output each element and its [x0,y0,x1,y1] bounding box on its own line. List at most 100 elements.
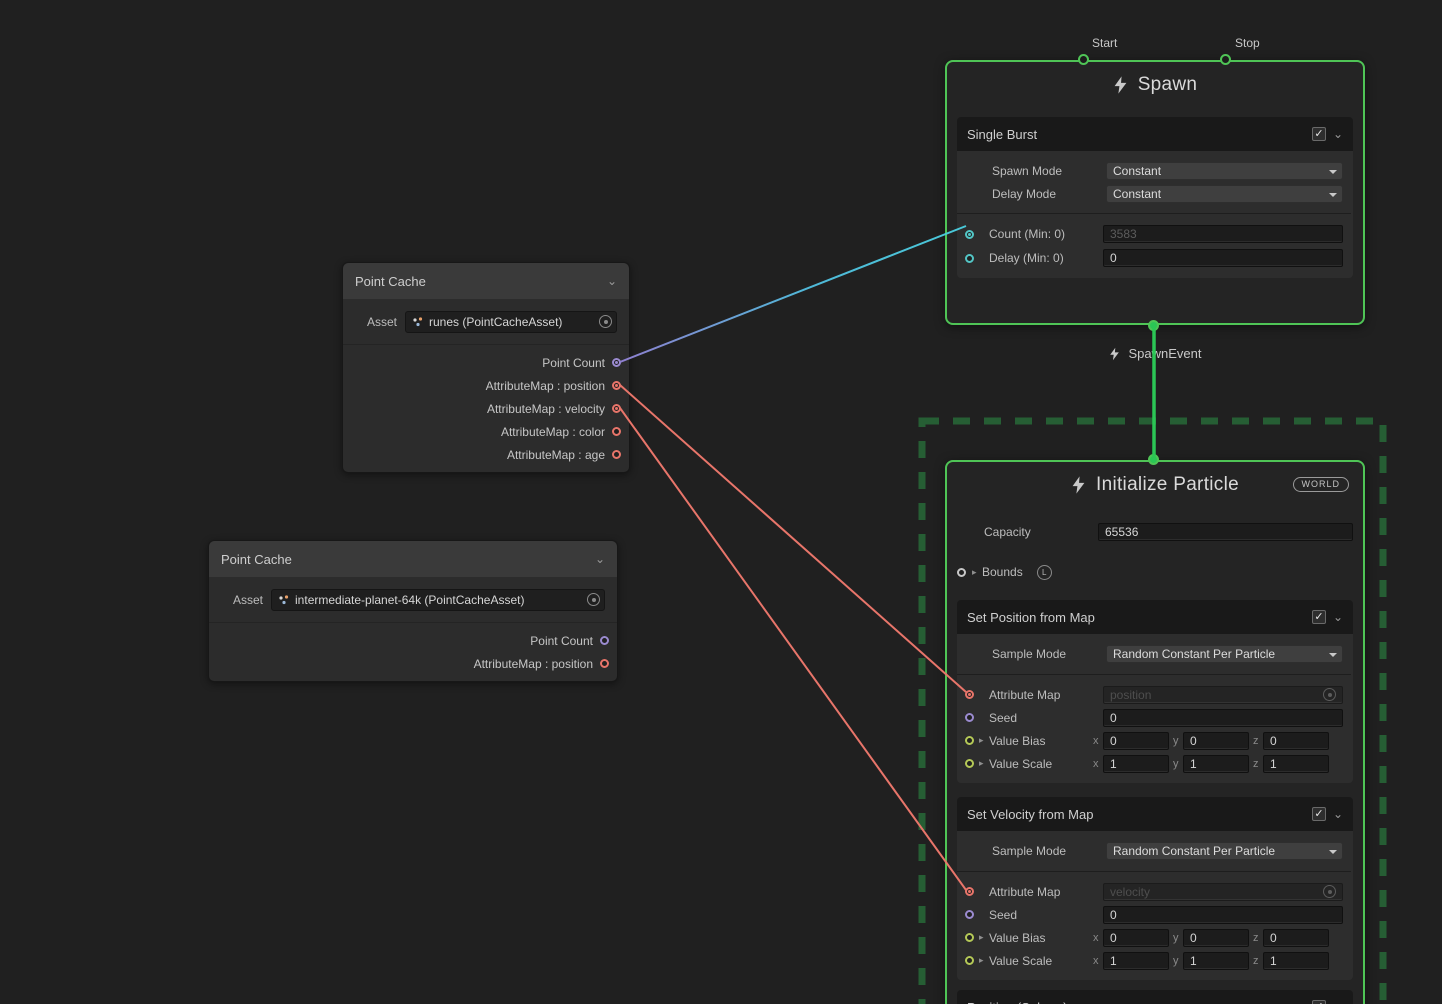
flow-port-start[interactable] [1078,54,1089,65]
initialize-particle-node[interactable]: Initialize Particle WORLD Capacity 65536… [945,460,1365,1004]
object-picker-icon[interactable] [587,593,600,606]
port-value-bias-input[interactable] [965,736,974,745]
value-bias-y-field[interactable]: 0 [1183,732,1249,750]
value-bias-label: Value Bias [989,931,1093,945]
port-point-count[interactable] [600,636,609,645]
port-value-bias-input[interactable] [965,933,974,942]
foldout-icon[interactable]: ▸ [972,567,982,578]
position-sphere-block[interactable]: Position (Sphere) ✓ ⌄ [957,990,1353,1004]
set-position-from-map-block[interactable]: Set Position from Map ✓ ⌄ Sample Mode Ra… [957,600,1353,783]
port-seed-input[interactable] [965,713,974,722]
value-scale-x-field[interactable]: 1 [1103,952,1169,970]
value-bias-y-field[interactable]: 0 [1183,929,1249,947]
enabled-checkbox[interactable]: ✓ [1312,1000,1326,1004]
edge-velocity-to-attributemap[interactable] [620,408,966,890]
chevron-down-icon[interactable]: ⌄ [595,554,605,564]
single-burst-block[interactable]: Single Burst ✓ ⌄ Spawn Mode Constant Del… [957,117,1353,278]
output-port-list: Point Count AttributeMap : position Attr… [343,345,629,472]
chevron-down-icon[interactable]: ⌄ [1333,612,1343,622]
object-picker-icon[interactable] [599,315,612,328]
port-attributemap-position[interactable] [612,381,621,390]
flow-port-stop[interactable] [1220,54,1231,65]
value-scale-y-field[interactable]: 1 [1183,755,1249,773]
enabled-checkbox[interactable]: ✓ [1312,807,1326,821]
value-scale-z-field[interactable]: 1 [1263,952,1329,970]
count-row: Count (Min: 0) 3583 [965,222,1343,246]
value-bias-x-field[interactable]: 0 [1103,732,1169,750]
flow-port-initialize-input[interactable] [1148,454,1159,465]
block-title: Position (Sphere) [967,1000,1067,1004]
port-attribute-map-input[interactable] [965,887,974,896]
lightning-icon [1113,76,1128,94]
attribute-map-field[interactable]: velocity [1103,883,1343,901]
port-seed-input[interactable] [965,910,974,919]
port-value-scale-input[interactable] [965,956,974,965]
foldout-icon[interactable]: ▸ [979,932,989,943]
edge-pointcount-to-count[interactable] [620,226,966,362]
port-attribute-map-input[interactable] [965,690,974,699]
chevron-down-icon[interactable]: ⌄ [1333,809,1343,819]
attribute-map-row: Attribute Map position [965,683,1343,706]
value-bias-z-field[interactable]: 0 [1263,929,1329,947]
port-attributemap-position[interactable] [600,659,609,668]
block-header[interactable]: Set Position from Map ✓ ⌄ [957,600,1353,634]
block-header[interactable]: Single Burst ✓ ⌄ [957,117,1353,151]
value-scale-y-field[interactable]: 1 [1183,952,1249,970]
delay-row: Delay (Min: 0) 0 [965,246,1343,270]
node-header[interactable]: Point Cache ⌄ [343,263,629,299]
delay-field[interactable]: 0 [1103,249,1343,267]
block-header[interactable]: Position (Sphere) ✓ ⌄ [957,990,1353,1004]
space-badge-world[interactable]: WORLD [1293,477,1350,492]
spawn-node[interactable]: Start Stop Spawn Single Burst ✓ ⌄ Spawn … [945,60,1365,325]
spawn-mode-dropdown[interactable]: Constant [1106,162,1343,180]
count-field[interactable]: 3583 [1103,225,1343,243]
foldout-icon[interactable]: ▸ [979,758,989,769]
sample-mode-dropdown[interactable]: Random Constant Per Particle [1106,842,1343,860]
object-picker-icon[interactable] [1323,688,1336,701]
value-scale-z-field[interactable]: 1 [1263,755,1329,773]
port-value-scale-input[interactable] [965,759,974,768]
node-header[interactable]: Point Cache ⌄ [209,541,617,577]
enabled-checkbox[interactable]: ✓ [1312,610,1326,624]
capacity-label: Capacity [984,525,1098,539]
attribute-map-field[interactable]: position [1103,686,1343,704]
asset-object-field[interactable]: runes (PointCacheAsset) [405,311,617,333]
port-count-input[interactable] [965,230,974,239]
port-attributemap-velocity[interactable] [612,404,621,413]
start-port-label: Start [1092,36,1117,50]
port-attributemap-color[interactable] [612,427,621,436]
vfx-graph-canvas[interactable]: Point Cache ⌄ Asset runes (PointCacheAss… [0,0,1442,1004]
value-scale-row: ▸ Value Scale x 1 y 1 z 1 [965,949,1343,972]
sample-mode-row: Sample Mode Random Constant Per Particle [965,642,1343,666]
chevron-down-icon[interactable]: ⌄ [607,276,617,286]
sample-mode-dropdown[interactable]: Random Constant Per Particle [1106,645,1343,663]
port-point-count[interactable] [612,358,621,367]
asset-object-field[interactable]: intermediate-planet-64k (PointCacheAsset… [271,589,605,611]
asset-row: Asset intermediate-planet-64k (PointCach… [209,577,617,623]
seed-field[interactable]: 0 [1103,709,1343,727]
port-attributemap-age[interactable] [612,450,621,459]
delay-mode-dropdown[interactable]: Constant [1106,185,1343,203]
foldout-icon[interactable]: ▸ [979,735,989,746]
local-space-icon[interactable]: L [1037,565,1052,580]
set-velocity-from-map-block[interactable]: Set Velocity from Map ✓ ⌄ Sample Mode Ra… [957,797,1353,980]
attribute-map-label: Attribute Map [989,885,1103,899]
seed-field[interactable]: 0 [1103,906,1343,924]
value-bias-x-field[interactable]: 0 [1103,929,1169,947]
block-header[interactable]: Set Velocity from Map ✓ ⌄ [957,797,1353,831]
object-picker-icon[interactable] [1323,885,1336,898]
capacity-field[interactable]: 65536 [1098,523,1353,541]
flow-port-spawnevent-output[interactable] [1148,320,1159,331]
enabled-checkbox[interactable]: ✓ [1312,127,1326,141]
edge-position-to-attributemap[interactable] [620,385,966,692]
value-bias-z-field[interactable]: 0 [1263,732,1329,750]
port-bounds-input[interactable] [957,568,966,577]
foldout-icon[interactable]: ▸ [979,955,989,966]
node-title-row[interactable]: Spawn [947,62,1363,108]
point-cache-node-runes[interactable]: Point Cache ⌄ Asset runes (PointCacheAss… [342,262,630,473]
chevron-down-icon[interactable]: ⌄ [1333,129,1343,139]
port-delay-input[interactable] [965,254,974,263]
block-title: Set Velocity from Map [967,807,1093,822]
point-cache-node-planet[interactable]: Point Cache ⌄ Asset intermediate-planet-… [208,540,618,682]
value-scale-x-field[interactable]: 1 [1103,755,1169,773]
